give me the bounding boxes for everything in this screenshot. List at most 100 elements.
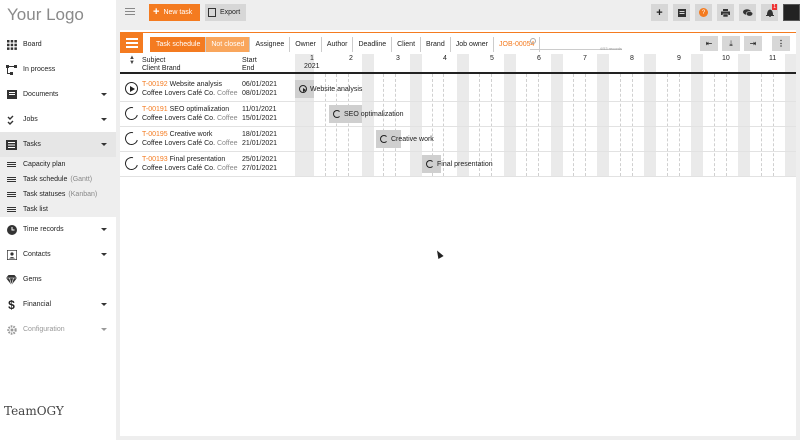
filter-job-owner[interactable]: Job owner (451, 37, 495, 52)
download-button[interactable]: ⤓ (722, 36, 740, 51)
day-label: 4 (443, 55, 447, 62)
chat-button[interactable] (739, 4, 756, 21)
notifications-button[interactable]: 1 (761, 4, 778, 21)
table-row[interactable]: T-00193 Final presentation Coffee Lovers… (120, 152, 796, 177)
sidebar-item-capacity-plan[interactable]: Capacity plan (0, 157, 116, 172)
panel-actions: ⇤ ⤓ ⇥ ⋮ (700, 36, 790, 51)
notes-button[interactable] (673, 4, 690, 21)
sort-icon[interactable]: ▲ ▼ (129, 55, 135, 66)
sidebar-item-task-statuses[interactable]: Task statuses (Kanban) (0, 187, 116, 202)
avatar[interactable] (783, 4, 800, 21)
filter-owner[interactable]: Owner (290, 37, 322, 52)
sidebar-item-board[interactable]: Board (0, 32, 116, 57)
sidebar-item-task-list[interactable]: Task list (0, 202, 116, 217)
print-button[interactable] (717, 4, 734, 21)
notification-badge: 1 (772, 4, 777, 10)
sidebar-item-documents[interactable]: Documents (0, 82, 116, 107)
breadcrumb-not-closed[interactable]: Not closed (206, 37, 251, 52)
tasks-submenu: Capacity plan Task schedule (Gantt) Task… (0, 157, 116, 217)
export-icon (208, 8, 216, 17)
table-row[interactable]: T-00192 Website analysis Coffee Lovers C… (120, 77, 796, 102)
column-subject[interactable]: Subject Client Brand (142, 57, 181, 73)
task-title: T-00193 Final presentation (142, 156, 225, 163)
breadcrumb-task-schedule[interactable]: Task schedule (150, 37, 207, 52)
help-button[interactable]: ? (695, 4, 712, 21)
column-dates[interactable]: Start End (242, 57, 257, 73)
day-label: 6 (537, 55, 541, 62)
filter-author[interactable]: Author (322, 37, 354, 52)
task-subject: SEO optimalization (169, 106, 230, 113)
app-logo[interactable]: Your Logo (7, 5, 84, 25)
sub-label: Task list (23, 206, 48, 213)
sidebar-item-time-records[interactable]: Time records (0, 217, 116, 242)
sidebar-item-contacts[interactable]: Contacts (0, 242, 116, 267)
task-id-link[interactable]: T-00192 (142, 81, 168, 88)
list-icon (7, 207, 16, 212)
schedule-view-icon[interactable] (120, 32, 143, 53)
not-started-status-icon[interactable] (122, 154, 141, 173)
plus-icon: + (656, 6, 663, 19)
year-label: 2021 (304, 63, 320, 70)
collapse-left-button[interactable]: ⇤ (700, 36, 718, 51)
sub-hint: (Kanban) (68, 191, 98, 198)
task-client: Coffee Lovers Café Co. Coffee (142, 90, 237, 97)
new-task-button[interactable]: + New task (149, 4, 200, 21)
sub-label: Task schedule (23, 176, 68, 183)
expand-right-button[interactable]: ⇥ (744, 36, 762, 51)
filter-assignee[interactable]: Assignee (250, 37, 291, 52)
sidebar-item-gems[interactable]: Gems (0, 267, 116, 292)
sidebar-item-label: Financial (23, 301, 52, 308)
day-label: 5 (490, 55, 494, 62)
filter-deadline[interactable]: Deadline (353, 37, 393, 52)
task-id-link[interactable]: T-00193 (142, 156, 168, 163)
bar-text: SEO optimalization (344, 110, 404, 118)
task-schedule-panel: Task schedule Not closed Assignee Owner … (120, 30, 796, 436)
day-label: 11 (769, 55, 777, 62)
topbar-actions: + ? 1 (651, 4, 800, 21)
task-client: Coffee Lovers Café Co. Coffee (142, 140, 237, 147)
brand-name: Coffee (216, 165, 238, 172)
gantt-bar-label: Website analysis (299, 85, 362, 93)
filter-brand[interactable]: Brand (421, 37, 451, 52)
table-row[interactable]: T-00195 Creative work Coffee Lovers Café… (120, 127, 796, 152)
jobs-icon (6, 114, 17, 125)
end-date: 15/01/2021 (242, 115, 278, 122)
sidebar-item-jobs[interactable]: Jobs (0, 107, 116, 132)
task-id-link[interactable]: T-00191 (142, 106, 168, 113)
gear-icon (6, 324, 17, 335)
search-input[interactable]: 4/53 records (530, 37, 622, 51)
download-icon: ⤓ (729, 38, 733, 48)
print-icon (721, 8, 730, 17)
task-id-link[interactable]: T-00195 (142, 131, 168, 138)
sidebar-item-task-schedule[interactable]: Task schedule (Gantt) (0, 172, 116, 187)
add-button[interactable]: + (651, 4, 668, 21)
not-started-status-icon[interactable] (122, 104, 141, 123)
document-icon (6, 89, 17, 100)
more-button[interactable]: ⋮ (772, 36, 790, 51)
sidebar-nav: Board In process Documents Jobs Tasks Ca… (0, 32, 116, 342)
end-date: 08/01/2021 (242, 90, 278, 97)
sidebar-item-in-process[interactable]: In process (0, 57, 116, 82)
new-task-label: New task (163, 9, 193, 16)
sidebar-item-financial[interactable]: $ Financial (0, 292, 116, 317)
circle-icon (426, 160, 434, 168)
task-client: Coffee Lovers Café Co. Coffee (142, 115, 237, 122)
not-started-status-icon[interactable] (122, 129, 141, 148)
sidebar-item-tasks[interactable]: Tasks (0, 132, 116, 157)
day-label: 9 (677, 55, 681, 62)
chevron-down-icon (101, 228, 107, 231)
export-button[interactable]: Export (205, 4, 246, 21)
brand-name: Coffee (216, 90, 238, 97)
filter-client[interactable]: Client (392, 37, 422, 52)
in-progress-status-icon[interactable] (125, 82, 138, 95)
sidebar-item-label: Board (23, 41, 42, 48)
table-row[interactable]: T-00191 SEO optimalization Coffee Lovers… (120, 102, 796, 127)
sidebar-item-label: Jobs (23, 116, 38, 123)
menu-icon[interactable] (125, 8, 135, 15)
sidebar-item-configuration[interactable]: Configuration (0, 317, 116, 342)
end-date: 21/01/2021 (242, 140, 278, 147)
dollar-icon: $ (8, 297, 15, 312)
client-name: Coffee Lovers Café Co. (142, 165, 216, 172)
bar-text: Creative work (391, 135, 434, 143)
day-label: 3 (396, 55, 400, 62)
